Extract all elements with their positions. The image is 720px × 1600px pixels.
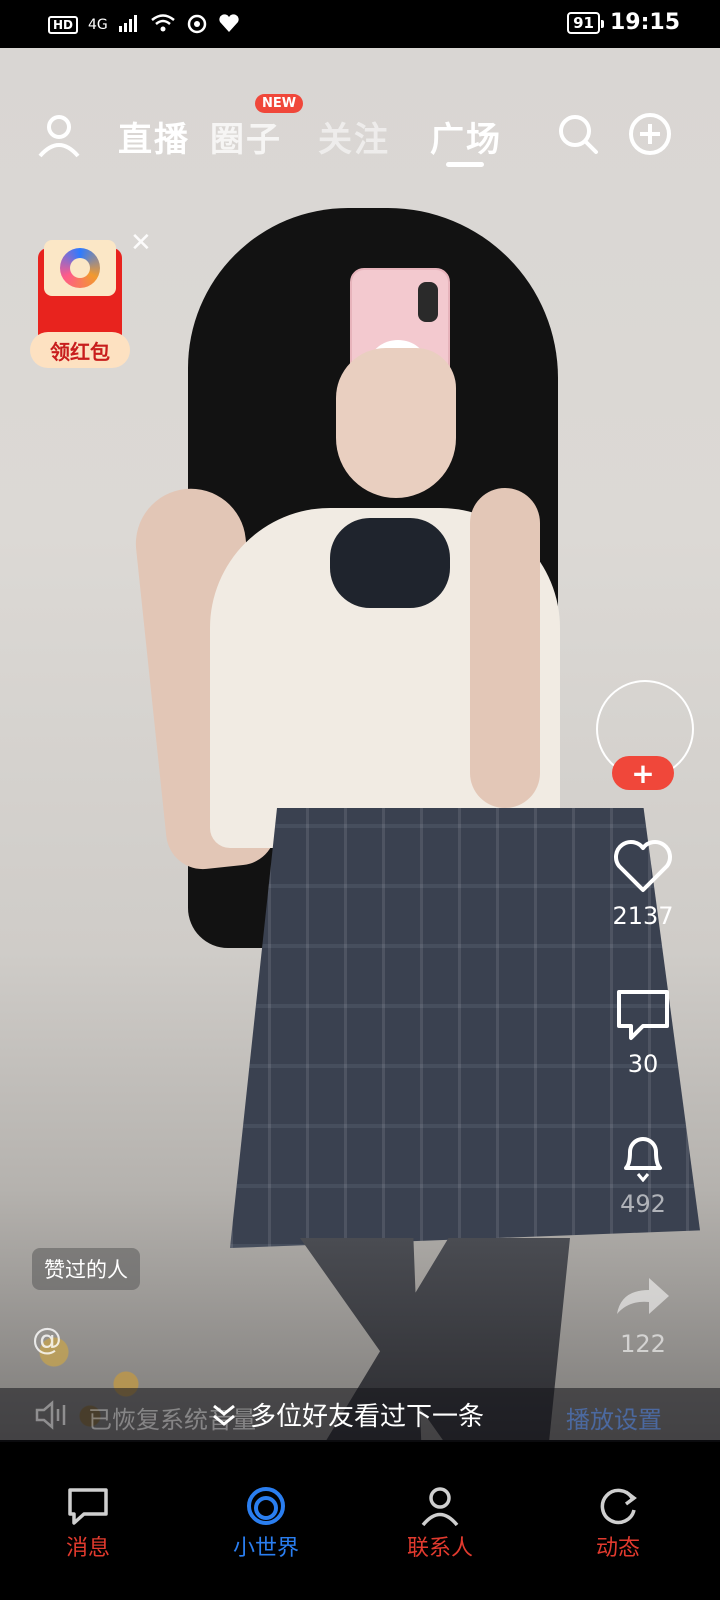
- profile-icon[interactable]: [36, 112, 82, 158]
- liked-people-tag[interactable]: 赞过的人: [32, 1248, 140, 1290]
- status-bar: HD 4G 91 19:15: [0, 0, 720, 48]
- mention-icon[interactable]: @: [32, 1322, 62, 1357]
- contacts-icon: [421, 1487, 459, 1526]
- volume-icon[interactable]: [34, 1400, 70, 1434]
- bottom-tab-bar: 消息 小世界 联系人 动态: [0, 1442, 720, 1600]
- search-icon[interactable]: [556, 112, 600, 156]
- message-icon: [68, 1488, 108, 1525]
- comment-button[interactable]: 30: [600, 986, 686, 1078]
- top-navigation: 直播 圈子 NEW 关注 广场: [0, 94, 720, 170]
- battery-indicator: 91: [567, 11, 604, 34]
- tab-small-world[interactable]: 小世界: [206, 1486, 326, 1562]
- next-video-hint[interactable]: 多位好友看过下一条: [210, 1396, 484, 1433]
- active-tab-indicator: [446, 162, 484, 167]
- tab-contacts[interactable]: 联系人: [380, 1486, 500, 1562]
- new-badge: NEW: [255, 94, 304, 113]
- bell-icon: [624, 1137, 662, 1182]
- like-button[interactable]: 2137: [600, 838, 686, 930]
- close-icon[interactable]: ✕: [130, 228, 152, 258]
- tab-moments[interactable]: 动态: [558, 1486, 678, 1562]
- network-indicator: 4G: [88, 17, 108, 33]
- app-logo-icon: [60, 248, 100, 288]
- add-icon[interactable]: [628, 112, 672, 156]
- red-packet-top: [44, 240, 116, 296]
- tab-moments-label: 动态: [595, 1536, 640, 1561]
- heart-icon: [614, 840, 672, 892]
- signal-icon: [118, 14, 140, 36]
- tab-contacts-label: 联系人: [406, 1536, 473, 1561]
- chevron-down-icon: [213, 1404, 235, 1426]
- tab-live[interactable]: 直播: [118, 112, 190, 161]
- hint-strip: 已恢复系统音量 多位好友看过下一条 播放设置: [0, 1388, 720, 1442]
- comment-count: 30: [627, 1050, 659, 1078]
- red-packet-label: 领红包: [30, 332, 130, 368]
- red-packet-button[interactable]: 领红包: [30, 240, 130, 372]
- follow-button[interactable]: +: [612, 756, 674, 790]
- tab-small-world-label: 小世界: [232, 1536, 299, 1561]
- tab-messages[interactable]: 消息: [28, 1486, 148, 1562]
- share-icon: [617, 1278, 669, 1314]
- small-world-icon: [247, 1487, 285, 1525]
- hd-indicator: HD: [48, 16, 79, 34]
- health-icon: [218, 13, 240, 37]
- video-subject-tie: [330, 518, 450, 608]
- video-subject-hand: [336, 348, 456, 498]
- share-count: 122: [620, 1330, 666, 1358]
- sync-icon: [186, 12, 208, 38]
- share-button[interactable]: 122: [600, 1270, 686, 1358]
- notify-button[interactable]: 492: [600, 1126, 686, 1218]
- moments-icon: [600, 1488, 637, 1525]
- play-settings-link[interactable]: 播放设置: [566, 1400, 662, 1435]
- next-video-text: 多位好友看过下一条: [250, 1402, 485, 1432]
- tab-follow[interactable]: 关注: [318, 112, 390, 161]
- tab-square[interactable]: 广场: [430, 112, 502, 161]
- wifi-icon: [150, 13, 176, 37]
- tab-circle[interactable]: 圈子: [210, 112, 282, 161]
- tab-messages-label: 消息: [65, 1536, 110, 1561]
- like-count: 2137: [612, 902, 674, 930]
- comment-icon: [617, 990, 669, 1040]
- notify-count: 492: [620, 1190, 666, 1218]
- video-subject-arm: [470, 488, 540, 808]
- clock: 19:15: [609, 10, 680, 35]
